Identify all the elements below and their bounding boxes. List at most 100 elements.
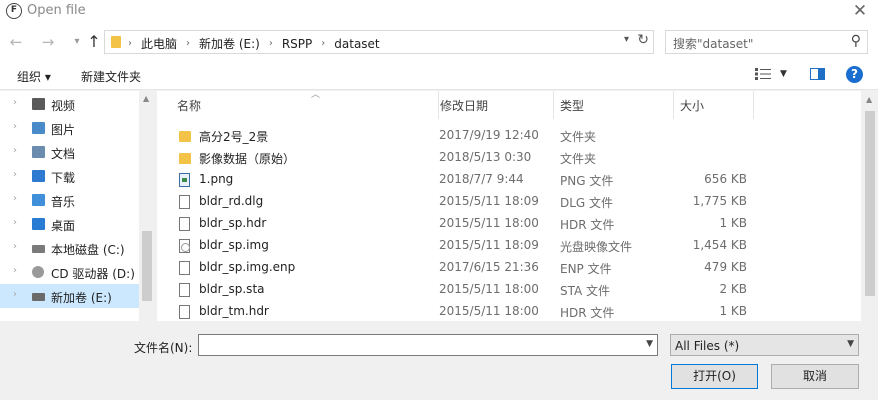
column-header-size-label: 大小 <box>680 99 705 113</box>
table-row[interactable]: bldr_sp.sta 2015/5/11 18:00 STA 文件 2 KB <box>157 279 861 301</box>
chevron-right-icon[interactable]: › <box>13 217 17 228</box>
filename-field[interactable]: ▼ <box>198 334 658 356</box>
nav-item-videos[interactable]: › 视频 <box>0 92 139 116</box>
up-arrow-icon[interactable]: ↑ <box>84 32 104 52</box>
file-type: HDR 文件 <box>560 218 615 232</box>
chevron-down-icon[interactable]: ▾ <box>624 34 629 45</box>
nav-item-label: 本地磁盘 (C:) <box>51 243 125 257</box>
nav-item-desktop[interactable]: › 桌面 <box>0 212 139 236</box>
cd-drive-icon <box>32 266 44 278</box>
drive-c-icon <box>32 245 45 253</box>
preview-pane-icon[interactable] <box>810 68 825 80</box>
breadcrumb-dataset[interactable]: dataset <box>334 37 379 51</box>
file-icon <box>179 195 190 209</box>
breadcrumb-this-pc[interactable]: 此电脑 <box>141 35 177 52</box>
chevron-down-icon[interactable]: ▼ <box>646 339 653 349</box>
table-row[interactable]: bldr_rd.dlg 2015/5/11 18:09 DLG 文件 1,775… <box>157 191 861 213</box>
file-icon <box>179 283 190 297</box>
chevron-right-icon[interactable]: › <box>13 193 17 204</box>
table-row[interactable]: 高分2号_2景 2017/9/19 12:40 文件夹 <box>157 125 861 147</box>
back-arrow-icon[interactable]: ← <box>6 32 26 52</box>
file-size: 479 KB <box>704 260 747 274</box>
chevron-right-icon[interactable]: › <box>13 241 17 252</box>
navigation-pane: › 视频 › 图片 › 文档 › 下载 › 音乐 › 桌面 › 本地磁盘 (C:… <box>0 91 155 321</box>
refresh-icon[interactable]: ↻ <box>637 32 649 48</box>
chevron-right-icon[interactable]: › <box>13 121 17 132</box>
chevron-right-icon[interactable]: › <box>13 265 17 276</box>
column-header-date[interactable]: 修改日期 <box>434 91 554 119</box>
chevron-right-icon[interactable]: › <box>269 38 273 49</box>
file-type: 文件夹 <box>560 152 597 166</box>
column-header-type-label: 类型 <box>560 99 585 113</box>
column-header-date-label: 修改日期 <box>440 99 489 113</box>
nav-item-cd-drive[interactable]: › CD 驱动器 (D:) <box>0 260 139 284</box>
open-button[interactable]: 打开(O) <box>671 364 758 389</box>
png-file-icon <box>179 173 190 187</box>
nav-item-label: 下载 <box>51 171 76 185</box>
table-row[interactable]: bldr_sp.img 2015/5/11 18:09 光盘映像文件 1,454… <box>157 235 861 257</box>
file-name: bldr_tm.hdr <box>199 304 269 318</box>
breadcrumb-drive-e[interactable]: 新加卷 (E:) <box>199 35 260 52</box>
scrollbar-thumb[interactable] <box>142 231 152 301</box>
chevron-right-icon[interactable]: › <box>13 289 17 300</box>
video-folder-icon <box>32 98 45 110</box>
file-list-scrollbar[interactable]: ▲ <box>861 91 878 321</box>
breadcrumb: › 此电脑 › 新加卷 (E:) › RSPP › dataset <box>125 35 386 52</box>
chevron-right-icon[interactable]: › <box>13 145 17 156</box>
chevron-right-icon[interactable]: › <box>321 38 325 49</box>
table-row[interactable]: bldr_sp.hdr 2015/5/11 18:00 HDR 文件 1 KB <box>157 213 861 235</box>
nav-item-label: 图片 <box>51 123 76 137</box>
column-header-size[interactable]: 大小 <box>674 91 754 119</box>
disc-image-file-icon <box>179 239 190 253</box>
cancel-button[interactable]: 取消 <box>771 364 859 389</box>
file-size: 1 KB <box>719 304 747 318</box>
nav-item-drive-e[interactable]: › 新加卷 (E:) <box>0 284 139 308</box>
file-date: 2018/7/7 9:44 <box>439 172 524 186</box>
file-name: bldr_sp.img <box>199 238 269 252</box>
table-row[interactable]: 1.png 2018/7/7 9:44 PNG 文件 656 KB <box>157 169 861 191</box>
search-icon[interactable]: ⚲ <box>851 33 861 49</box>
file-size: 1,454 KB <box>692 238 747 252</box>
nav-item-pictures[interactable]: › 图片 <box>0 116 139 140</box>
file-type: ENP 文件 <box>560 262 612 276</box>
table-row[interactable]: bldr_tm.hdr 2015/5/11 18:00 HDR 文件 1 KB <box>157 301 861 323</box>
nav-item-music[interactable]: › 音乐 <box>0 188 139 212</box>
breadcrumb-rspp[interactable]: RSPP <box>282 37 312 51</box>
view-mode-icon[interactable] <box>755 68 771 80</box>
filename-label: 文件名(N): <box>134 341 193 355</box>
close-button[interactable]: ✕ <box>850 1 870 21</box>
file-type: 文件夹 <box>560 130 597 144</box>
chevron-right-icon[interactable]: › <box>13 97 17 108</box>
table-row[interactable]: 影像数据（原始） 2018/5/13 0:30 文件夹 <box>157 147 861 169</box>
file-name: 影像数据（原始） <box>199 152 296 166</box>
chevron-down-icon[interactable]: ▼ <box>847 339 854 349</box>
file-name: bldr_sp.hdr <box>199 216 267 230</box>
folder-icon <box>179 153 191 164</box>
view-chevron-down-icon[interactable]: ▼ <box>780 69 787 79</box>
chevron-right-icon[interactable]: › <box>186 38 190 49</box>
file-size: 656 KB <box>704 172 747 186</box>
column-header-name[interactable]: 名称 ︿ <box>171 90 439 119</box>
scrollbar-thumb[interactable] <box>865 111 875 296</box>
help-icon[interactable]: ? <box>846 66 863 83</box>
nav-item-downloads[interactable]: › 下载 <box>0 164 139 188</box>
navigation-scrollbar[interactable]: ▲ <box>139 91 155 321</box>
column-header-type[interactable]: 类型 <box>554 91 674 119</box>
file-type-select[interactable]: All Files (*) ▼ <box>670 334 859 356</box>
forward-arrow-icon[interactable]: → <box>38 32 58 52</box>
drive-e-icon <box>32 293 45 301</box>
nav-item-documents[interactable]: › 文档 <box>0 140 139 164</box>
organize-button[interactable]: 组织 ▾ <box>17 68 51 85</box>
scroll-up-icon[interactable]: ▲ <box>866 95 872 104</box>
nav-item-label: 桌面 <box>51 219 76 233</box>
chevron-right-icon[interactable]: › <box>128 38 132 49</box>
chevron-right-icon[interactable]: › <box>13 169 17 180</box>
table-row[interactable]: bldr_sp.img.enp 2017/6/15 21:36 ENP 文件 4… <box>157 257 861 279</box>
new-folder-button[interactable]: 新建文件夹 <box>81 68 141 85</box>
address-bar[interactable]: › 此电脑 › 新加卷 (E:) › RSPP › dataset ▾ ↻ <box>104 30 654 54</box>
nav-item-drive-c[interactable]: › 本地磁盘 (C:) <box>0 236 139 260</box>
file-type: HDR 文件 <box>560 306 615 320</box>
scroll-up-icon[interactable]: ▲ <box>143 94 149 103</box>
file-date: 2015/5/11 18:09 <box>439 194 539 208</box>
search-input[interactable]: 搜索"dataset" ⚲ <box>665 30 868 54</box>
